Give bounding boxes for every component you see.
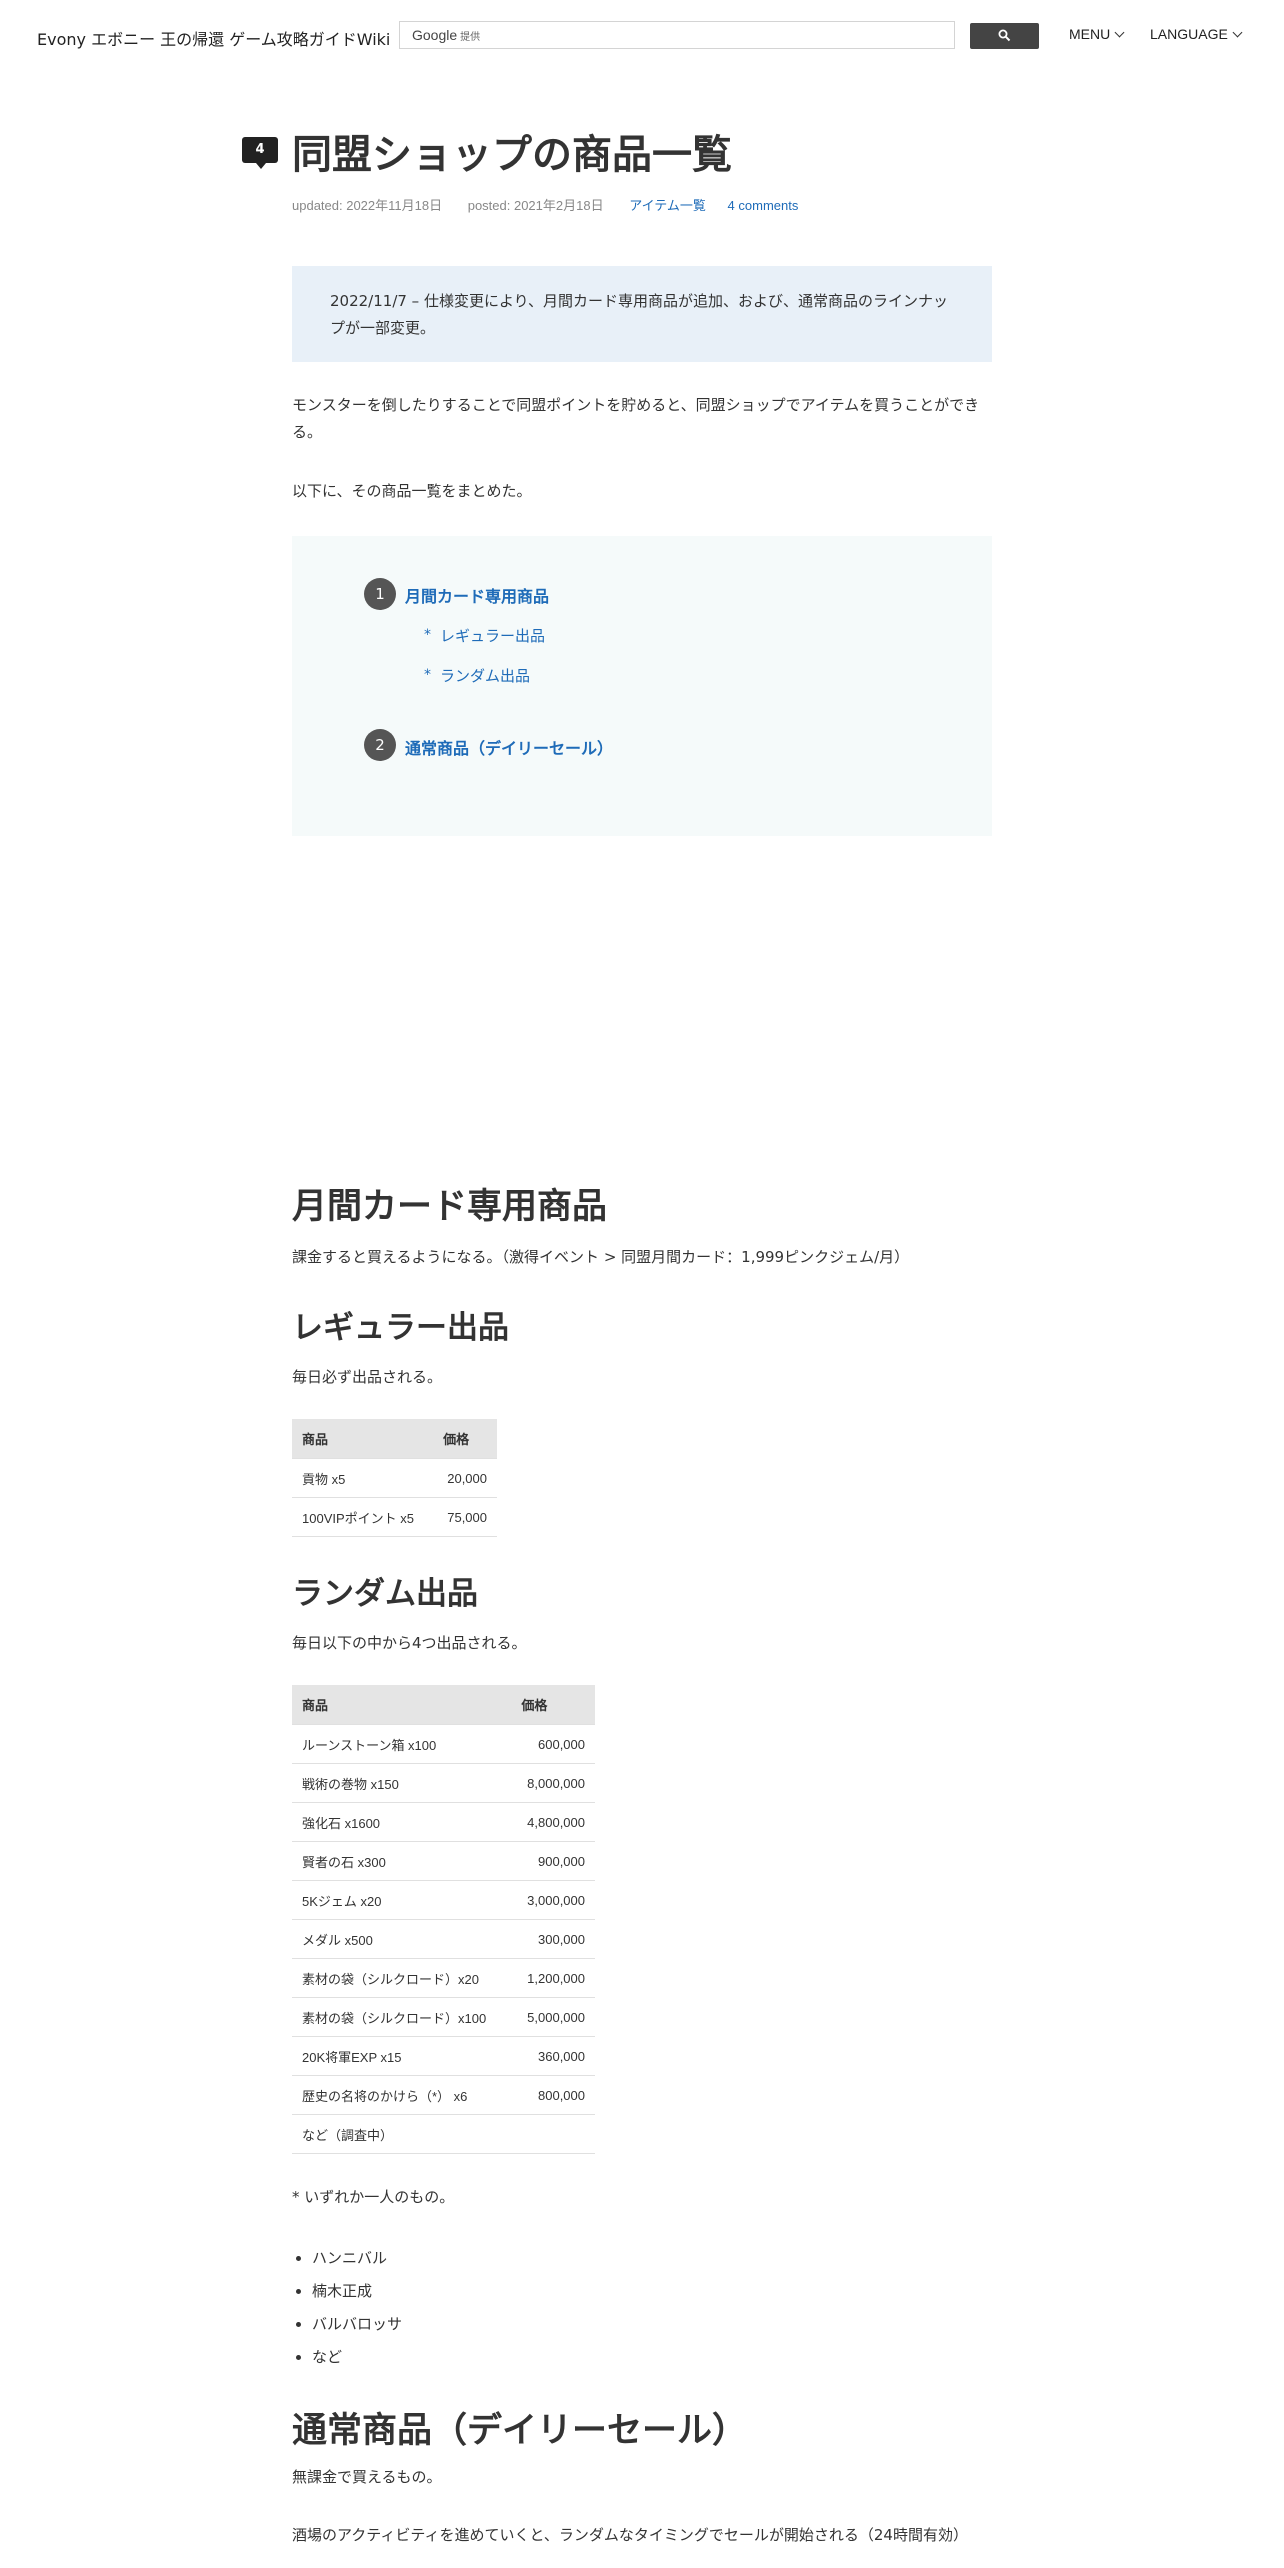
- language-button[interactable]: LANGUAGE: [1150, 26, 1243, 42]
- table-row: 賢者の石 x300 900,000: [292, 1841, 595, 1881]
- item-name: 素材の袋（シルクロード）x100: [292, 1997, 512, 2037]
- table-row: 100VIPポイント x5 75,000: [292, 1497, 497, 1537]
- item-name: 5Kジェム x20: [292, 1880, 512, 1920]
- toc-item-monthly-card[interactable]: 月間カード専用商品: [405, 583, 549, 607]
- site-title[interactable]: Evony エボニー 王の帰還 ゲーム攻略ガイドWiki: [37, 26, 390, 50]
- toc-item-regular[interactable]: レギュラー出品: [440, 625, 545, 646]
- regular-items-table: 商品 価格 貢物 x5 20,000 100VIPポイント x5 75,000: [292, 1419, 497, 1537]
- column-header-price: 価格: [511, 1685, 595, 1725]
- regular-description: 毎日必ず出品される。: [292, 1368, 443, 1386]
- table-row: メダル x500 300,000: [292, 1919, 595, 1959]
- table-row: 強化石 x1600 4,800,000: [292, 1802, 595, 1842]
- item-price: 4,800,000: [511, 1802, 595, 1842]
- section-heading-daily-sale: 通常商品（デイリーセール）: [292, 2411, 748, 2451]
- table-header-row: 商品 価格: [292, 1419, 497, 1459]
- toc-item-daily-sale[interactable]: 通常商品（デイリーセール）: [405, 735, 613, 759]
- chevron-down-icon: [1114, 27, 1125, 38]
- item-name: 100VIPポイント x5: [292, 1497, 434, 1537]
- table-of-contents: 1 月間カード専用商品 * レギュラー出品 * ランダム出品 2 通常商品（デイ…: [292, 536, 992, 836]
- list-item: など: [312, 2341, 402, 2374]
- section-heading-random: ランダム出品: [292, 1576, 478, 1612]
- posted-date: posted: 2021年2月18日: [467, 198, 604, 213]
- chevron-down-icon: [1232, 27, 1243, 38]
- updated-date: updated: 2022年11月18日: [292, 198, 443, 213]
- item-name: ルーンストーン箱 x100: [292, 1724, 512, 1764]
- table-row: など（調査中）: [292, 2114, 595, 2154]
- item-name: 戦術の巻物 x150: [292, 1763, 512, 1803]
- item-price: 75,000: [433, 1497, 497, 1537]
- table-row: 素材の袋（シルクロード）x100 5,000,000: [292, 1997, 595, 2037]
- category-link[interactable]: アイテム一覧: [629, 198, 706, 213]
- item-price: 3,000,000: [511, 1880, 595, 1920]
- daily-description-2: 酒場のアクティビティを進めていくと、ランダムなタイミングでセールが開始される（2…: [292, 2526, 968, 2544]
- item-name: 賢者の石 x300: [292, 1841, 512, 1881]
- intro-paragraph-2: 以下に、その商品一覧をまとめた。: [292, 482, 532, 500]
- item-price: 1,200,000: [511, 1958, 595, 1998]
- table-row: 20K将軍EXP x15 360,000: [292, 2036, 595, 2076]
- top-header: Evony エボニー 王の帰還 ゲーム攻略ガイドWiki Google 提供 ME…: [0, 0, 1284, 72]
- table-row: 戦術の巻物 x150 8,000,000: [292, 1763, 595, 1803]
- intro-paragraph: モンスターを倒したりすることで同盟ポイントを貯めると、同盟ショップでアイテムを買…: [292, 396, 980, 441]
- list-item: 楠木正成: [312, 2275, 402, 2308]
- item-name: 20K将軍EXP x15: [292, 2036, 512, 2076]
- footnote: * いずれか一人のもの。: [292, 2188, 455, 2206]
- table-row: 5Kジェム x20 3,000,000: [292, 1880, 595, 1920]
- update-notice: 2022/11/7 – 仕様変更により、月間カード専用商品が追加、および、通常商…: [292, 266, 992, 362]
- menu-button[interactable]: MENU: [1069, 26, 1125, 42]
- item-name: 貢物 x5: [292, 1458, 434, 1498]
- comments-link[interactable]: 4 comments: [728, 198, 799, 213]
- item-price: 360,000: [511, 2036, 595, 2076]
- toc-number: 1: [364, 578, 396, 610]
- menu-label: MENU: [1069, 26, 1111, 42]
- list-item: ハンニバル: [312, 2242, 402, 2275]
- item-price: 900,000: [511, 1841, 595, 1881]
- page-title: 同盟ショップの商品一覧: [292, 132, 732, 178]
- post-meta: updated: 2022年11月18日 posted: 2021年2月18日 …: [292, 195, 816, 214]
- item-price: 800,000: [511, 2075, 595, 2115]
- table-row: ルーンストーン箱 x100 600,000: [292, 1724, 595, 1764]
- column-header-item: 商品: [292, 1685, 512, 1725]
- table-header-row: 商品 価格: [292, 1685, 595, 1725]
- toc-bullet: *: [424, 627, 431, 643]
- column-header-price: 価格: [433, 1419, 497, 1459]
- table-row: 素材の袋（シルクロード）x20 1,200,000: [292, 1958, 595, 1998]
- item-price: 5,000,000: [511, 1997, 595, 2037]
- generals-list: ハンニバル 楠木正成 バルバロッサ など: [292, 2242, 402, 2374]
- search-input[interactable]: [400, 22, 954, 48]
- comment-count-badge[interactable]: 4: [242, 137, 278, 169]
- toc-number: 2: [364, 729, 396, 761]
- search-icon: [998, 29, 1011, 42]
- item-price: [511, 2114, 595, 2154]
- monthly-description: 課金すると買えるようになる。（激得イベント > 同盟月間カード：1,999ピンク…: [292, 1248, 910, 1266]
- item-name: 素材の袋（シルクロード）x20: [292, 1958, 512, 1998]
- random-description: 毎日以下の中から4つ出品される。: [292, 1634, 527, 1652]
- item-price: 20,000: [433, 1458, 497, 1498]
- section-heading-monthly-card: 月間カード専用商品: [292, 1187, 608, 1227]
- language-label: LANGUAGE: [1150, 26, 1228, 42]
- table-row: 貢物 x5 20,000: [292, 1458, 497, 1498]
- item-name: 歴史の名将のかけら（*） x6: [292, 2075, 512, 2115]
- item-price: 300,000: [511, 1919, 595, 1959]
- column-header-item: 商品: [292, 1419, 434, 1459]
- item-name: 強化石 x1600: [292, 1802, 512, 1842]
- toc-item-random[interactable]: ランダム出品: [440, 665, 530, 686]
- random-items-table: 商品 価格 ルーンストーン箱 x100 600,000 戦術の巻物 x150 8,0…: [292, 1685, 595, 2154]
- toc-bullet: *: [424, 667, 431, 683]
- list-item: バルバロッサ: [312, 2308, 402, 2341]
- search-button[interactable]: [970, 23, 1039, 49]
- search-box: Google 提供: [399, 21, 955, 49]
- daily-description: 無課金で買えるもの。: [292, 2468, 442, 2486]
- item-price: 600,000: [511, 1724, 595, 1764]
- item-price: 8,000,000: [511, 1763, 595, 1803]
- item-name: メダル x500: [292, 1919, 512, 1959]
- table-row: 歴史の名将のかけら（*） x6 800,000: [292, 2075, 595, 2115]
- section-heading-regular: レギュラー出品: [292, 1310, 509, 1346]
- item-name: など（調査中）: [292, 2114, 512, 2154]
